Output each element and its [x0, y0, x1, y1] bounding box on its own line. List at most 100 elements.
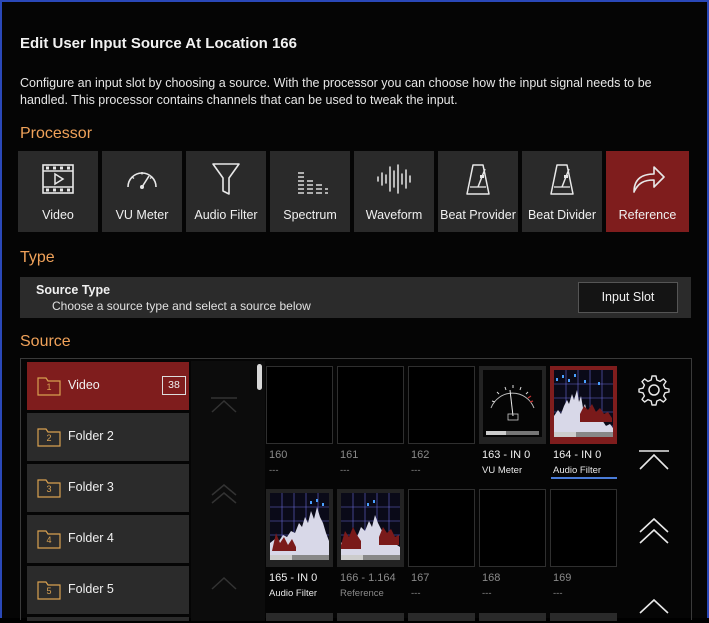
source-tile-161[interactable]: 161 --- — [337, 366, 404, 476]
folder-item-video[interactable]: 1 Video 38 — [27, 362, 189, 410]
edit-input-source-dialog: Edit User Input Source At Location 166 C… — [0, 0, 709, 621]
processor-label: Beat Divider — [527, 208, 597, 222]
folder-item-5[interactable]: 5 Folder 5 — [27, 566, 189, 614]
folder-icon: 5 — [37, 579, 61, 600]
selected-tile-underline — [551, 477, 617, 479]
folder-icon: 1 — [37, 375, 61, 396]
processor-label: Waveform — [365, 208, 423, 222]
share-arrow-icon — [632, 166, 665, 193]
source-tile-160[interactable]: 160 --- — [266, 366, 333, 476]
spectrum-thumbnail — [341, 493, 400, 560]
processor-label: Video — [42, 208, 74, 222]
folder-number: 4 — [46, 535, 52, 545]
processor-label: Beat Provider — [440, 208, 516, 222]
folder-label: Video — [68, 378, 100, 392]
page-up-icon[interactable] — [637, 515, 671, 549]
folder-label: Folder 4 — [68, 531, 114, 545]
tile-subtitle: VU Meter — [482, 465, 523, 476]
gear-icon[interactable] — [637, 373, 671, 407]
processor-audio-filter-button[interactable]: Audio Filter — [186, 151, 268, 232]
folder-item-4[interactable]: 4 Folder 4 — [27, 515, 189, 563]
folder-icon: 3 — [37, 477, 61, 498]
tile-name: 167 — [411, 572, 430, 584]
waveform-icon — [377, 164, 411, 194]
page-up-icon[interactable] — [209, 483, 239, 505]
folder-count-badge: 38 — [162, 376, 186, 395]
folder-number: 2 — [46, 433, 52, 443]
tile-subtitle: Audio Filter — [553, 465, 602, 476]
source-tile-163[interactable]: 163 - IN 0 VU Meter — [479, 366, 546, 476]
processor-label: VU Meter — [115, 208, 169, 222]
funnel-icon — [212, 163, 240, 195]
processor-spectrum-button[interactable]: Spectrum — [270, 151, 352, 232]
spectrum-thumbnail — [270, 493, 329, 560]
source-tile-164[interactable]: 164 - IN 0 Audio Filter — [550, 366, 617, 479]
dialog-description: Configure an input slot by choosing a so… — [20, 76, 652, 107]
source-tile-169[interactable]: 169 --- — [550, 489, 617, 599]
tile-subtitle: Audio Filter — [269, 588, 318, 599]
scroll-top-icon[interactable] — [637, 443, 671, 477]
spectrum-thumbnail — [554, 370, 613, 437]
spectrum-icon — [298, 172, 328, 194]
folder-number: 3 — [46, 484, 52, 494]
type-section-header: Type — [20, 249, 55, 266]
tile-name: 160 — [269, 449, 288, 461]
metronome-icon — [550, 164, 574, 195]
processor-beat-provider-button[interactable]: Beat Provider — [438, 151, 520, 232]
tile-name: 163 - IN 0 — [482, 449, 531, 461]
tile-name: 164 - IN 0 — [553, 449, 602, 461]
gauge-icon — [127, 172, 157, 189]
folder-scroll-column — [191, 361, 265, 621]
source-tile-partial — [479, 613, 546, 621]
tile-name: 169 — [553, 572, 572, 584]
line-up-icon[interactable] — [209, 573, 239, 595]
dialog-title: Edit User Input Source At Location 166 — [20, 35, 297, 52]
source-type-panel: Source Type Choose a source type and sel… — [20, 277, 691, 318]
tile-name: 161 — [340, 449, 359, 461]
processor-label: Audio Filter — [194, 208, 258, 222]
processor-video-button[interactable]: Video — [18, 151, 100, 232]
folder-icon: 4 — [37, 528, 61, 549]
source-tile-168[interactable]: 168 --- — [479, 489, 546, 599]
tile-subtitle: --- — [482, 588, 492, 599]
tile-subtitle: --- — [340, 465, 350, 476]
source-tile-165[interactable]: 165 - IN 0 Audio Filter — [266, 489, 333, 599]
grid-tool-column — [633, 369, 677, 619]
input-slot-button[interactable]: Input Slot — [578, 282, 678, 313]
tile-name: 166 - 1.164 — [340, 572, 396, 584]
processor-label: Reference — [618, 208, 677, 222]
folder-number: 5 — [46, 586, 52, 596]
folder-label: Folder 5 — [68, 582, 114, 596]
processor-waveform-button[interactable]: Waveform — [354, 151, 436, 232]
scroll-top-icon[interactable] — [209, 395, 239, 417]
metronome-icon — [466, 164, 490, 195]
folder-scrollbar-thumb[interactable] — [257, 364, 262, 390]
tile-subtitle: Reference — [340, 588, 384, 599]
processor-vu-meter-button[interactable]: VU Meter — [102, 151, 184, 232]
processor-reference-button[interactable]: Reference — [606, 151, 689, 232]
source-section-header: Source — [20, 333, 71, 350]
processor-section-header: Processor — [20, 125, 93, 142]
tile-subtitle: --- — [411, 465, 421, 476]
tile-subtitle: --- — [269, 465, 279, 476]
folder-item-3[interactable]: 3 Folder 3 — [27, 464, 189, 512]
source-type-title: Source Type — [36, 283, 111, 297]
folder-icon: 2 — [37, 426, 61, 447]
vu-meter-thumbnail — [483, 370, 542, 437]
processor-label: Spectrum — [283, 208, 337, 222]
processor-button-row: Video VU Meter Audio Filter Spectrum Wav… — [18, 151, 689, 232]
source-tile-162[interactable]: 162 --- — [408, 366, 475, 476]
source-tile-167[interactable]: 167 --- — [408, 489, 475, 599]
tile-name: 165 - IN 0 — [269, 572, 318, 584]
folder-label: Folder 2 — [68, 429, 114, 443]
processor-beat-divider-button[interactable]: Beat Divider — [522, 151, 604, 232]
tile-subtitle: --- — [411, 588, 421, 599]
film-icon — [42, 164, 74, 194]
source-tile-166[interactable]: 166 - 1.164 Reference — [337, 489, 404, 599]
source-tile-partial — [337, 613, 404, 621]
folder-number: 1 — [46, 382, 52, 392]
source-browser: 1 Video 38 2 Folder 2 3 Folder 3 4 Folde — [20, 358, 692, 621]
source-tile-partial — [266, 613, 333, 621]
folder-item-2[interactable]: 2 Folder 2 — [27, 413, 189, 461]
source-tile-partial — [550, 613, 617, 621]
